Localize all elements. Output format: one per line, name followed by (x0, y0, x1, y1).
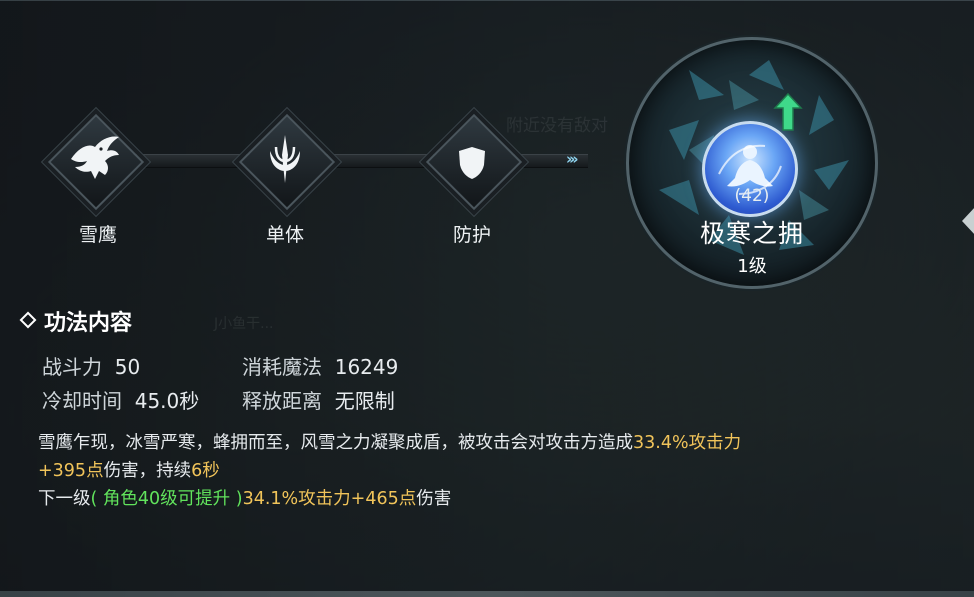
diamond-icon (19, 311, 37, 329)
skill-node-label: 防护 (452, 224, 491, 246)
background-text: 附近没有敌对 (506, 116, 608, 136)
skill-emblem[interactable]: (42) 极寒之拥 1级 (626, 37, 878, 289)
bottom-divider (0, 591, 974, 597)
stat-power: 战斗力 50 (42, 355, 141, 379)
chain-arrows: ››› (566, 150, 578, 168)
stat-mana: 消耗魔法 16249 (242, 355, 399, 379)
background-text: J小鱼干... (214, 316, 274, 332)
skill-description-line1: 雪鹰乍现，冰雪严寒，蜂拥而至，风雪之力凝聚成盾，被攻击会对攻击方造成33.4%攻… (38, 433, 742, 453)
skill-description-line2: +395点伤害，持续6秒 (38, 461, 220, 481)
single-target-icon (270, 135, 300, 183)
shield-icon (459, 147, 485, 179)
skill-name: 极寒之拥 (699, 219, 804, 248)
skill-level: 1级 (737, 256, 767, 277)
eagle-icon (71, 136, 119, 179)
expand-arrow-icon[interactable] (962, 206, 974, 236)
skill-count: (42) (734, 186, 770, 206)
next-level-description: 下一级( 角色40级可提升 )34.1%攻击力+465点伤害 (38, 489, 452, 509)
stat-range: 释放距离 无限制 (242, 389, 395, 413)
skill-node-label: 单体 (265, 224, 304, 246)
skill-node-label: 雪鹰 (78, 224, 117, 246)
upgrade-arrow-icon (773, 92, 803, 131)
stat-cooldown: 冷却时间 45.0秒 (42, 389, 200, 413)
skill-detail-panel: 附近没有敌对 J小鱼干... ››› 雪鹰 单体 防护 (42) 极寒之拥 1级… (0, 0, 974, 597)
section-title: 功法内容 (19, 305, 132, 337)
